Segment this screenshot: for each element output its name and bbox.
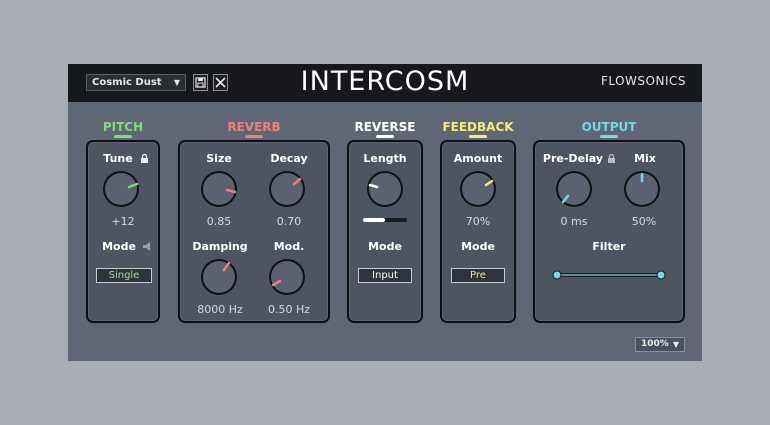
size-label: Size	[206, 152, 232, 165]
feedback-mode-select[interactable]: Pre	[451, 268, 505, 283]
reverse-mode-label: Mode	[368, 240, 402, 253]
reverse-led	[376, 135, 394, 138]
mix-label: Mix	[634, 152, 656, 165]
close-button[interactable]	[213, 74, 228, 91]
feedback-led	[469, 135, 487, 138]
tune-value: +12	[111, 215, 135, 228]
amount-knob[interactable]	[459, 170, 497, 208]
pitch-panel: Tune +12 Mode Single	[86, 140, 160, 323]
chevron-down-icon: ▼	[672, 340, 679, 349]
mix-knob[interactable]	[623, 170, 661, 208]
preset-name: Cosmic Dust	[92, 77, 162, 88]
filter-low-handle[interactable]	[552, 270, 562, 280]
size-value: 0.85	[206, 215, 232, 228]
filter-label: Filter	[592, 240, 626, 253]
pitch-mode-label: Mode	[102, 240, 136, 253]
output-panel: Pre-Delay Mix 0 ms 50% Filter	[533, 140, 685, 323]
reverse-title: REVERSE	[354, 120, 416, 134]
lock-icon	[608, 154, 615, 163]
plugin-window: Cosmic Dust ▼ INTERCOSM FLOWSONICS PITCH…	[68, 64, 702, 361]
reverse-mode-select[interactable]: Input	[358, 268, 412, 283]
tune-knob[interactable]	[102, 170, 140, 208]
length-slider-fill	[363, 218, 385, 222]
decay-label: Decay	[270, 152, 308, 165]
reverb-title: REVERB	[227, 120, 281, 134]
predelay-knob[interactable]	[555, 170, 593, 208]
length-label: Length	[363, 152, 407, 165]
predelay-label: Pre-Delay	[542, 152, 604, 165]
zoom-dropdown[interactable]: 100% ▼	[635, 337, 685, 352]
damping-knob[interactable]	[200, 258, 238, 296]
feedback-mode-label: Mode	[461, 240, 495, 253]
zoom-value: 100%	[641, 339, 669, 349]
save-button[interactable]	[193, 74, 208, 91]
close-icon	[215, 77, 226, 88]
chevron-down-icon: ▼	[173, 78, 180, 87]
mod-value: 0.50 Hz	[267, 303, 311, 316]
feedback-panel: Amount 70% Mode Pre	[440, 140, 516, 323]
mix-value: 50%	[631, 215, 657, 228]
length-knob[interactable]	[366, 170, 404, 208]
tune-label: Tune	[103, 152, 133, 165]
top-bar: Cosmic Dust ▼ INTERCOSM FLOWSONICS	[68, 64, 702, 102]
mod-label: Mod.	[273, 240, 305, 253]
amount-label: Amount	[453, 152, 503, 165]
pitch-title: PITCH	[102, 120, 144, 134]
filter-high-handle[interactable]	[656, 270, 666, 280]
mod-knob[interactable]	[268, 258, 306, 296]
feedback-title: FEEDBACK	[442, 120, 514, 134]
damping-value: 8000 Hz	[197, 303, 243, 316]
damping-label: Damping	[192, 240, 248, 253]
pitch-led	[114, 135, 132, 138]
pitch-mode-select[interactable]: Single	[96, 268, 152, 283]
brand-name: FLOWSONICS	[600, 74, 686, 88]
amount-value: 70%	[465, 215, 491, 228]
size-knob[interactable]	[200, 170, 238, 208]
output-led	[600, 135, 618, 138]
decay-value: 0.70	[276, 215, 302, 228]
speaker-icon[interactable]	[142, 241, 153, 252]
lock-icon	[141, 154, 148, 163]
predelay-value: 0 ms	[560, 215, 588, 228]
filter-range-slider[interactable]	[551, 269, 669, 281]
reverse-panel: Length Mode Input	[347, 140, 423, 323]
reverb-panel: Size Decay 0.85 0.70 Damping Mod. 8000 H…	[178, 140, 330, 323]
save-icon	[195, 77, 206, 88]
length-slider[interactable]	[363, 218, 407, 222]
output-title: OUTPUT	[581, 120, 637, 134]
reverb-led	[245, 135, 263, 138]
app-title: INTERCOSM	[300, 66, 470, 97]
decay-knob[interactable]	[268, 170, 306, 208]
preset-dropdown[interactable]: Cosmic Dust ▼	[86, 74, 186, 91]
